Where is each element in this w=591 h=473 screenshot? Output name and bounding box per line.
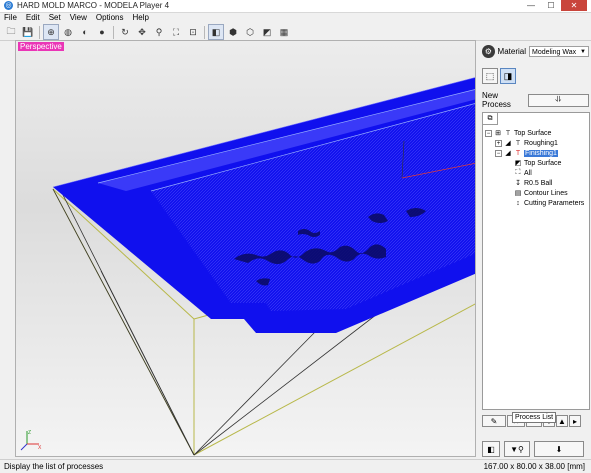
process-list-button[interactable]: ◧ [482, 441, 500, 457]
tree-node[interactable]: ↧ R0.5 Ball [485, 178, 589, 188]
axis-triad-icon: Z X [20, 430, 42, 451]
process-icon: ◩ [514, 160, 522, 167]
app-icon: ◎ [4, 1, 13, 10]
tree-node-label: Cutting Parameters [524, 199, 585, 207]
minimize-button[interactable]: — [521, 0, 541, 11]
fit-icon[interactable]: ⛶ [168, 24, 184, 40]
view-box-icon[interactable]: ◩ [259, 24, 275, 40]
menu-set[interactable]: Set [49, 13, 61, 23]
new-process-button[interactable]: ⥥ [528, 93, 589, 107]
view-front-icon[interactable]: ◧ [208, 24, 224, 40]
window-controls: — ☐ ✕ [521, 0, 587, 11]
process-panel: ⚙ Material Modeling Wax ▼ ⬚ ◨ New Proces… [478, 40, 591, 458]
process-icon: ↧ [515, 180, 521, 187]
view-cube-icon[interactable]: ⬡ [242, 24, 258, 40]
model-scene [52, 77, 475, 456]
material-row: ⚙ Material Modeling Wax ▼ [482, 43, 589, 59]
process-list-tooltip: Process List [512, 412, 557, 423]
model-mode-icon[interactable]: ⬚ [482, 68, 498, 84]
tool-icon: T [515, 149, 521, 157]
expand-icon[interactable]: + [495, 139, 502, 147]
process-icon: ◢ [505, 150, 511, 157]
tree-node[interactable]: − ◢ T Finishing1 [485, 148, 589, 158]
tree-node-label: All [524, 169, 532, 177]
tool-icon: T [515, 139, 521, 147]
tree-node[interactable]: − ⊞ T Top Surface [485, 128, 589, 138]
tree-node-label: Roughing1 [524, 139, 558, 147]
tree-node-label: Top Surface [524, 159, 562, 167]
process-icon: ◢ [505, 140, 511, 147]
toolbar-separator [204, 25, 205, 39]
perspective-label: Perspective [18, 42, 64, 51]
more-button[interactable]: ▸ [569, 415, 581, 427]
zoom-icon[interactable]: ⚲ [151, 24, 167, 40]
tree-nodes: − ⊞ T Top Surface + ◢ T Roughing1− ◢ T Finishing1 ◩… [485, 128, 589, 208]
status-bar: Display the list of processes 167.00 x 8… [0, 459, 591, 473]
process-icon: ⛶ [515, 169, 521, 176]
3d-viewport[interactable]: Perspective Z X [15, 40, 476, 457]
new-process-row: New Process ⥥ [482, 91, 589, 109]
process-icon: ⊞ [495, 130, 501, 137]
process-mode-icon[interactable]: ◨ [500, 68, 516, 84]
tree-node[interactable]: ▤ Contour Lines [485, 188, 589, 198]
move-up-button[interactable]: ▲ [556, 415, 568, 427]
view-grid-icon[interactable]: ▦ [276, 24, 292, 40]
process-tree[interactable]: ⧉ − ⊞ T Top Surface + ◢ T Roughing1− ◢ T Finishing… [482, 112, 590, 410]
tree-node[interactable]: + ◢ T Roughing1 [485, 138, 589, 148]
view-globe-icon[interactable]: ⊕ [43, 24, 59, 40]
model-dimensions: 167.00 x 80.00 x 38.00 [mm] [483, 462, 585, 471]
view-dark-icon[interactable]: ● [94, 24, 110, 40]
menu-view[interactable]: View [70, 13, 87, 23]
preview-cutting-button[interactable]: ▼⚲ [504, 441, 530, 457]
toolbar: 🗀 💾 ⊕ ◍ ◐ ● ↻ ✥ ⚲ ⛶ ⊡ ◧ ⬢ ⬡ ◩ ▦ [0, 24, 591, 41]
collapse-icon[interactable]: − [485, 129, 492, 137]
toolbar-separator [39, 25, 40, 39]
save-icon[interactable]: 💾 [20, 24, 36, 40]
process-icon: ▤ [514, 190, 522, 197]
menu-options[interactable]: Options [96, 13, 124, 23]
output-row: ◧ ▼⚲ ⬇ [482, 441, 590, 457]
view-iso-icon[interactable]: ⬢ [225, 24, 241, 40]
close-button[interactable]: ✕ [561, 0, 587, 11]
cut-button[interactable]: ⬇ [534, 441, 584, 457]
tree-node[interactable]: ⛶ All [485, 168, 589, 178]
svg-text:Z: Z [28, 430, 31, 436]
toolbar-separator [113, 25, 114, 39]
material-select[interactable]: Modeling Wax ▼ [529, 45, 589, 57]
menu-bar: File Edit Set View Options Help [0, 13, 591, 23]
tool-icon: T [505, 129, 511, 137]
process-icon: ↕ [516, 199, 520, 207]
view-shade-icon[interactable]: ◐ [77, 24, 93, 40]
collapse-icon[interactable]: − [495, 149, 502, 157]
tree-node[interactable]: ◩ Top Surface [485, 158, 589, 168]
material-settings-icon[interactable]: ⚙ [482, 44, 495, 58]
chevron-down-icon: ▼ [580, 48, 586, 55]
material-label: Material [497, 46, 526, 56]
zoom-window-icon[interactable]: ⊡ [185, 24, 201, 40]
tree-node-label: Contour Lines [524, 189, 568, 197]
open-icon[interactable]: 🗀 [3, 24, 19, 40]
menu-edit[interactable]: Edit [26, 13, 40, 23]
mode-buttons: ⬚ ◨ [482, 68, 516, 84]
material-value: Modeling Wax [532, 48, 577, 56]
menu-file[interactable]: File [4, 13, 17, 23]
status-message: Display the list of processes [4, 462, 104, 471]
pan-icon[interactable]: ✥ [134, 24, 150, 40]
window-title: HARD MOLD MARCO - MODELA Player 4 [17, 1, 170, 10]
edit-process-button[interactable]: ✎ [482, 415, 506, 427]
tree-tab-icon[interactable]: ⧉ [483, 113, 498, 125]
tree-node-label: R0.5 Ball [524, 179, 553, 187]
tree-node-label: Top Surface [514, 129, 552, 137]
maximize-button[interactable]: ☐ [541, 0, 561, 11]
tree-node-label: Finishing1 [524, 149, 558, 157]
rotate-icon[interactable]: ↻ [117, 24, 133, 40]
view-sphere-icon[interactable]: ◍ [60, 24, 76, 40]
title-bar: ◎ HARD MOLD MARCO - MODELA Player 4 — ☐ … [0, 0, 591, 13]
tree-node[interactable]: ↕ Cutting Parameters [485, 198, 589, 208]
new-process-label: New Process [482, 91, 511, 109]
svg-text:X: X [38, 445, 42, 451]
new-process-icon: ⥥ [555, 95, 562, 104]
menu-help[interactable]: Help [132, 13, 148, 23]
